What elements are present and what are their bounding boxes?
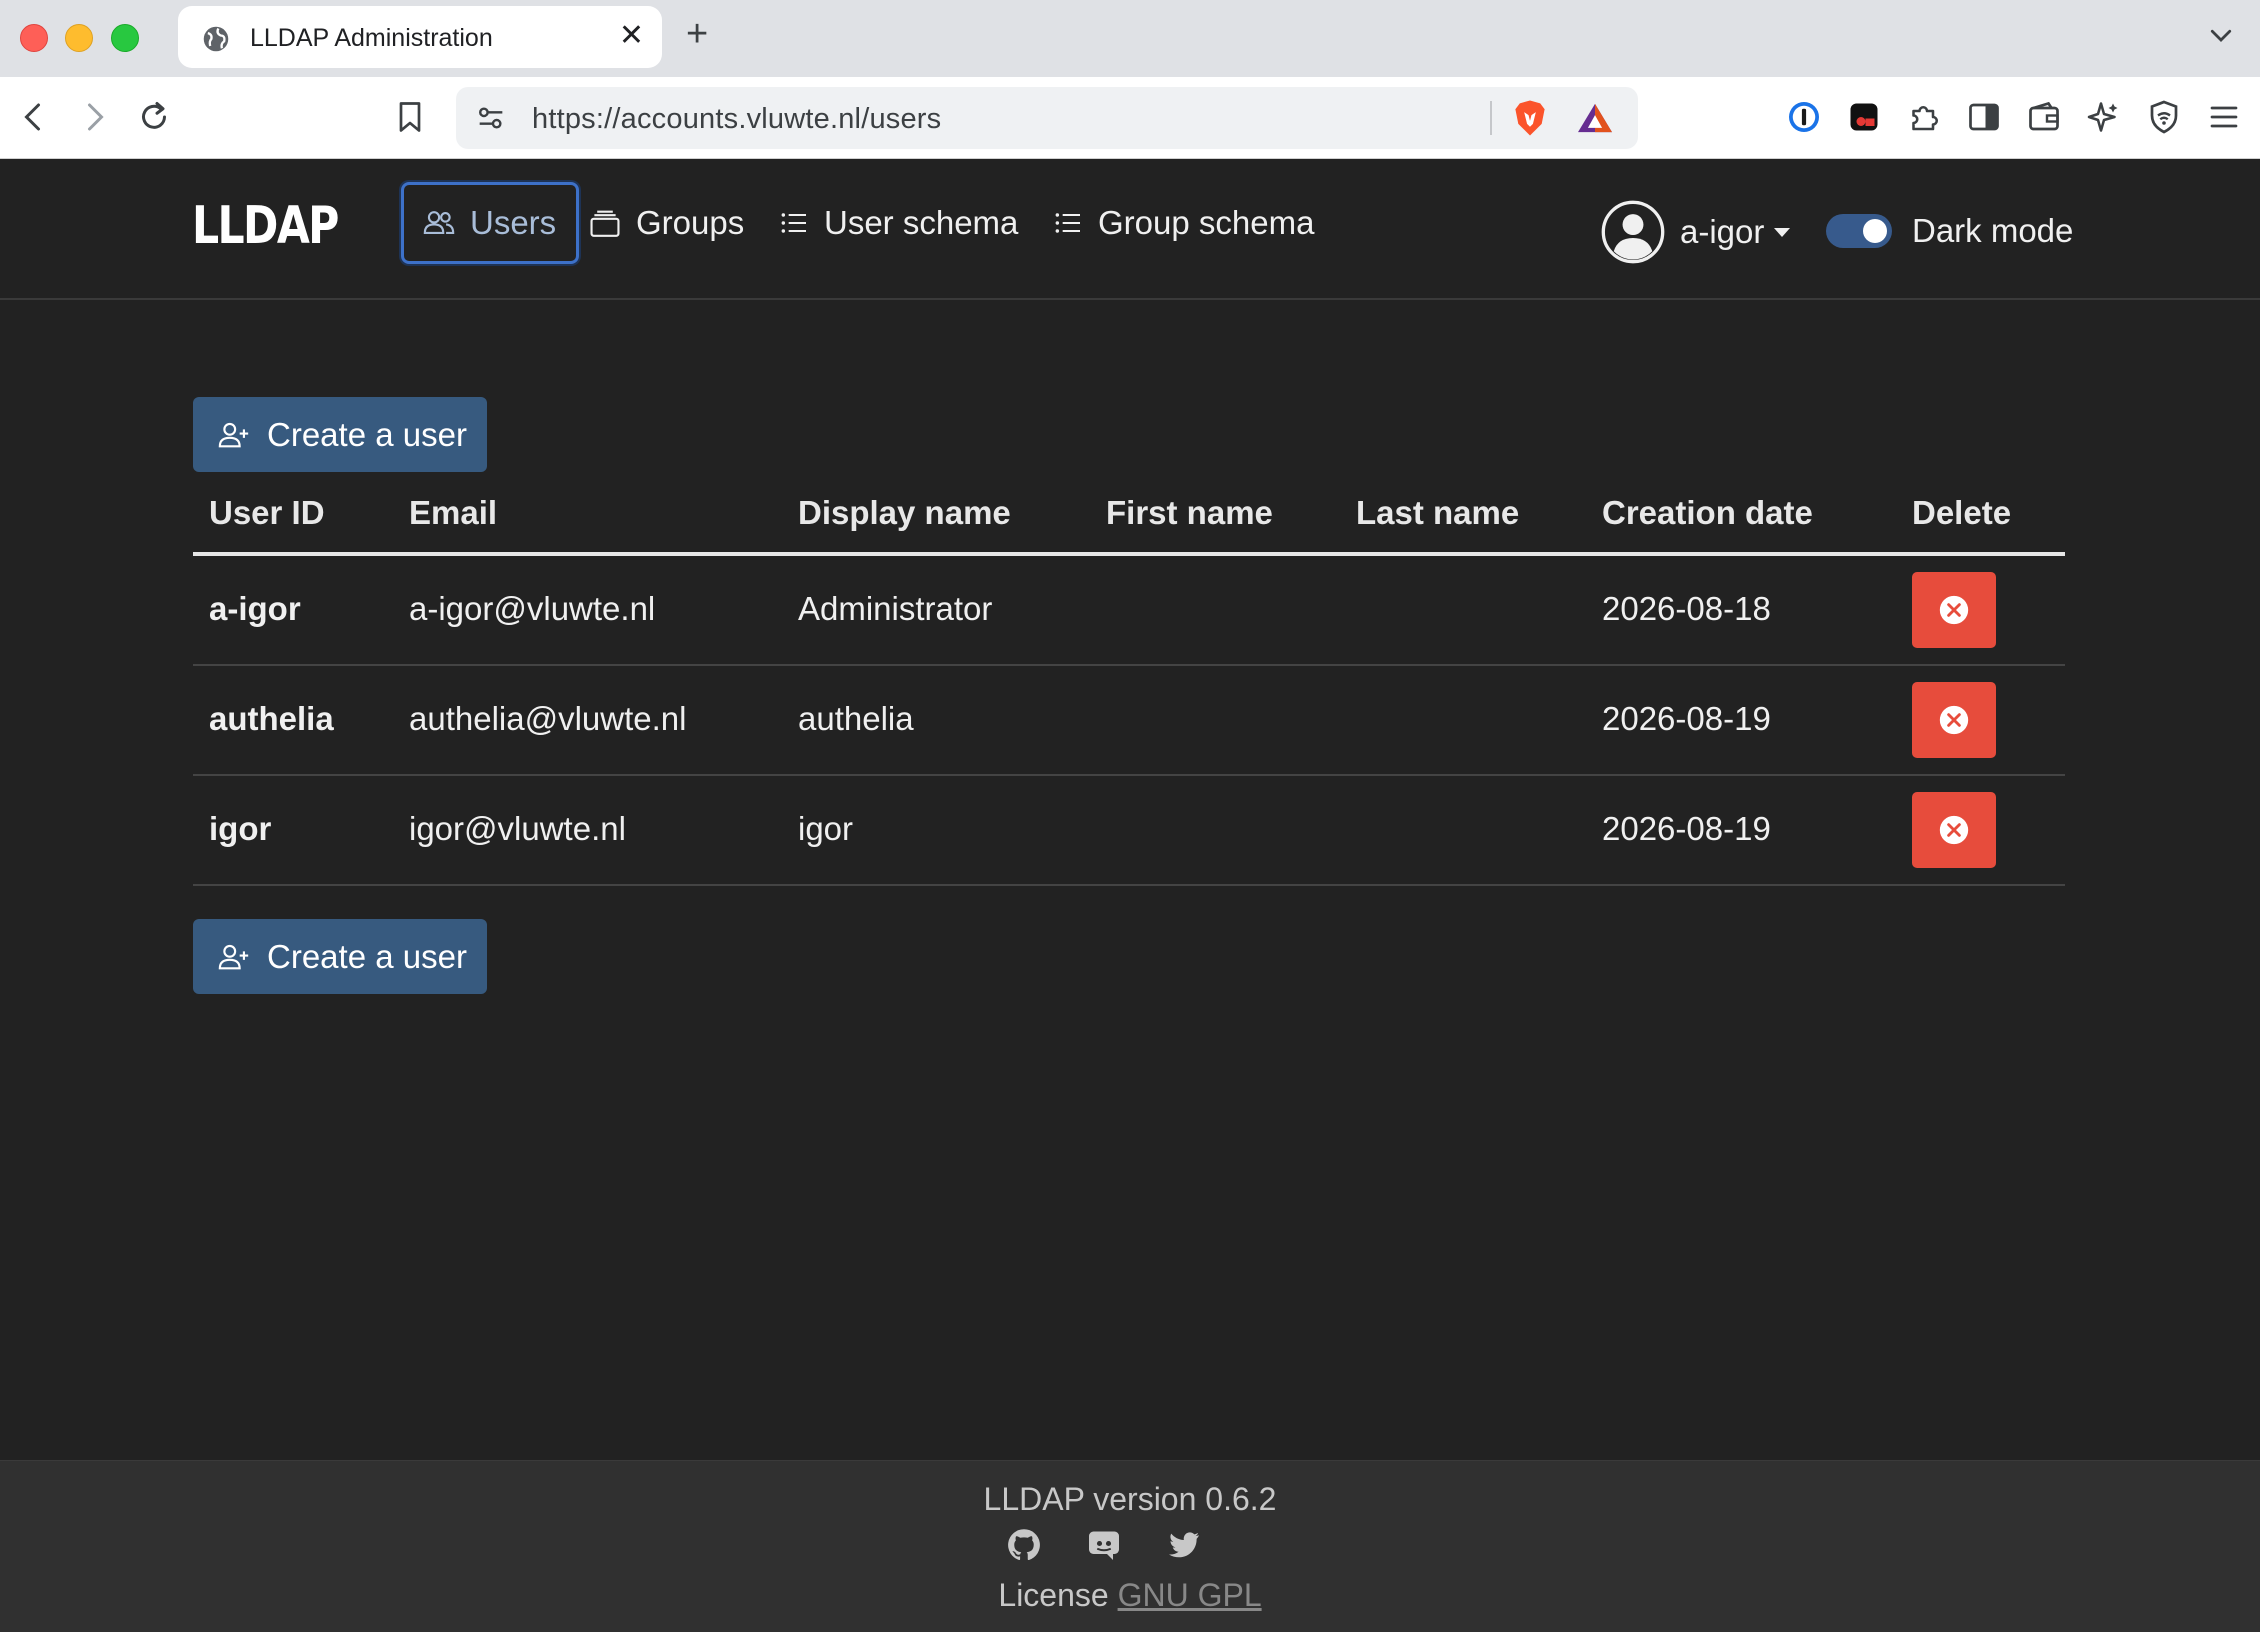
license-link[interactable]: GNU GPL — [1118, 1577, 1262, 1613]
bookmark-icon[interactable] — [392, 99, 428, 135]
brand-logo[interactable]: LLDAP — [192, 196, 339, 256]
leo-ai-icon[interactable] — [2086, 99, 2122, 135]
cell-email: authelia@vluwte.nl — [409, 700, 687, 737]
discord-icon[interactable] — [1086, 1527, 1122, 1563]
header-user-id[interactable]: User ID — [209, 494, 325, 532]
user-menu-label: a-igor — [1680, 213, 1765, 250]
switch-knob — [1863, 219, 1887, 243]
url-divider — [1490, 101, 1492, 135]
footer: LLDAP version 0.6.2 License GNU GPL — [0, 1460, 2260, 1632]
delete-user-button[interactable] — [1912, 572, 1996, 648]
sidebar-icon[interactable] — [1966, 99, 2002, 135]
cell-user-id-link[interactable]: igor — [209, 810, 271, 848]
cell-display-name: igor — [798, 810, 854, 847]
cell-user-id-link[interactable]: a-igor — [209, 590, 301, 628]
reload-icon[interactable] — [136, 99, 172, 135]
maximize-window-button[interactable] — [111, 24, 139, 52]
dark-mode-switch[interactable] — [1826, 214, 1892, 248]
table-row: igor igor@vluwte.nl igor 2026-08-19 — [193, 776, 2065, 886]
nav-user-schema[interactable]: User schema — [778, 182, 1018, 264]
app-navbar: LLDAP Users Groups User schema Group sch… — [0, 160, 2260, 300]
cell-email: igor@vluwte.nl — [409, 810, 626, 847]
brave-shields-icon[interactable] — [1512, 99, 1548, 137]
puzzle-icon[interactable] — [1906, 99, 1942, 135]
url-text: https://accounts.vluwte.nl/users — [532, 103, 942, 135]
nav-user-schema-label: User schema — [824, 204, 1019, 241]
forward-icon[interactable] — [76, 99, 112, 135]
table-row: a-igor a-igor@vluwte.nl Administrator 20… — [193, 556, 2065, 666]
avatar-icon — [1601, 200, 1665, 264]
x-circle-icon — [1939, 595, 1969, 625]
browser-toolbar: https://accounts.vluwte.nl/users — [0, 77, 2260, 159]
delete-user-button[interactable] — [1912, 792, 1996, 868]
license-text: License GNU GPL — [0, 1577, 2260, 1614]
hamburger-menu-icon[interactable] — [2206, 99, 2242, 135]
cell-email: a-igor@vluwte.nl — [409, 590, 656, 627]
license-prefix: License — [998, 1577, 1109, 1613]
cell-user-id-link[interactable]: authelia — [209, 700, 334, 738]
x-circle-icon — [1939, 815, 1969, 845]
browser-tab[interactable]: LLDAP Administration ✕ — [178, 6, 662, 68]
caret-down-icon — [1774, 227, 1791, 237]
table-header: User ID Email Display name First name La… — [193, 480, 2065, 556]
create-user-label: Create a user — [267, 415, 467, 453]
header-last-name[interactable]: Last name — [1356, 494, 1519, 532]
create-user-button-top[interactable]: Create a user — [193, 397, 487, 472]
close-window-button[interactable] — [20, 24, 48, 52]
header-display-name[interactable]: Display name — [798, 494, 1011, 532]
new-tab-button[interactable]: + — [686, 14, 708, 54]
brave-rewards-icon[interactable] — [1576, 101, 1614, 135]
minimize-window-button[interactable] — [65, 24, 93, 52]
tab-title: LLDAP Administration — [250, 24, 493, 52]
delete-user-button[interactable] — [1912, 682, 1996, 758]
address-bar[interactable]: https://accounts.vluwte.nl/users — [456, 87, 1638, 149]
cell-display-name: Administrator — [798, 590, 993, 627]
github-icon[interactable] — [1006, 1527, 1042, 1563]
globe-icon — [203, 26, 229, 52]
x-circle-icon — [1939, 705, 1969, 735]
nav-users-label: Users — [470, 204, 557, 241]
header-email[interactable]: Email — [409, 494, 497, 532]
users-table: User ID Email Display name First name La… — [193, 480, 2065, 886]
user-menu-dropdown[interactable]: a-igor — [1600, 196, 1791, 268]
create-user-label: Create a user — [267, 937, 467, 975]
nav-group-schema-label: Group schema — [1098, 204, 1315, 241]
cell-creation-date: 2026-08-19 — [1602, 700, 1771, 737]
header-creation-date[interactable]: Creation date — [1602, 494, 1813, 532]
cell-creation-date: 2026-08-18 — [1602, 590, 1771, 627]
nav-users[interactable]: Users — [401, 182, 579, 264]
table-row: authelia authelia@vluwte.nl authelia 202… — [193, 666, 2065, 776]
browser-tab-bar: LLDAP Administration ✕ + — [0, 0, 2260, 77]
list-icon — [1055, 213, 1080, 233]
password-manager-icon[interactable] — [1786, 99, 1822, 135]
users-icon — [423, 211, 455, 234]
collection-icon — [590, 210, 620, 237]
create-user-button-bottom[interactable]: Create a user — [193, 919, 487, 994]
back-icon[interactable] — [16, 99, 52, 135]
twitter-icon[interactable] — [1166, 1527, 1202, 1563]
list-icon — [781, 213, 806, 233]
social-links — [1006, 1527, 1226, 1567]
nav-groups-label: Groups — [636, 204, 745, 241]
vpn-shield-icon[interactable] — [2146, 99, 2182, 135]
chevron-down-icon[interactable] — [2206, 20, 2236, 50]
tab-close-icon[interactable]: ✕ — [619, 20, 644, 52]
dark-mode-toggle[interactable]: Dark mode — [1826, 212, 2073, 250]
cell-display-name: authelia — [798, 700, 914, 737]
dark-mode-label: Dark mode — [1912, 212, 2074, 249]
wallet-icon[interactable] — [2026, 99, 2062, 135]
cell-creation-date: 2026-08-19 — [1602, 810, 1771, 847]
header-delete: Delete — [1912, 494, 2012, 531]
nav-group-schema[interactable]: Group schema — [1052, 182, 1314, 264]
header-first-name[interactable]: First name — [1106, 494, 1273, 532]
version-text: LLDAP version 0.6.2 — [983, 1481, 1277, 1517]
site-settings-icon[interactable] — [474, 101, 508, 135]
person-plus-icon — [218, 422, 249, 447]
person-plus-icon — [218, 944, 249, 969]
extension-icon[interactable] — [1846, 99, 1882, 135]
nav-groups[interactable]: Groups — [588, 182, 744, 264]
